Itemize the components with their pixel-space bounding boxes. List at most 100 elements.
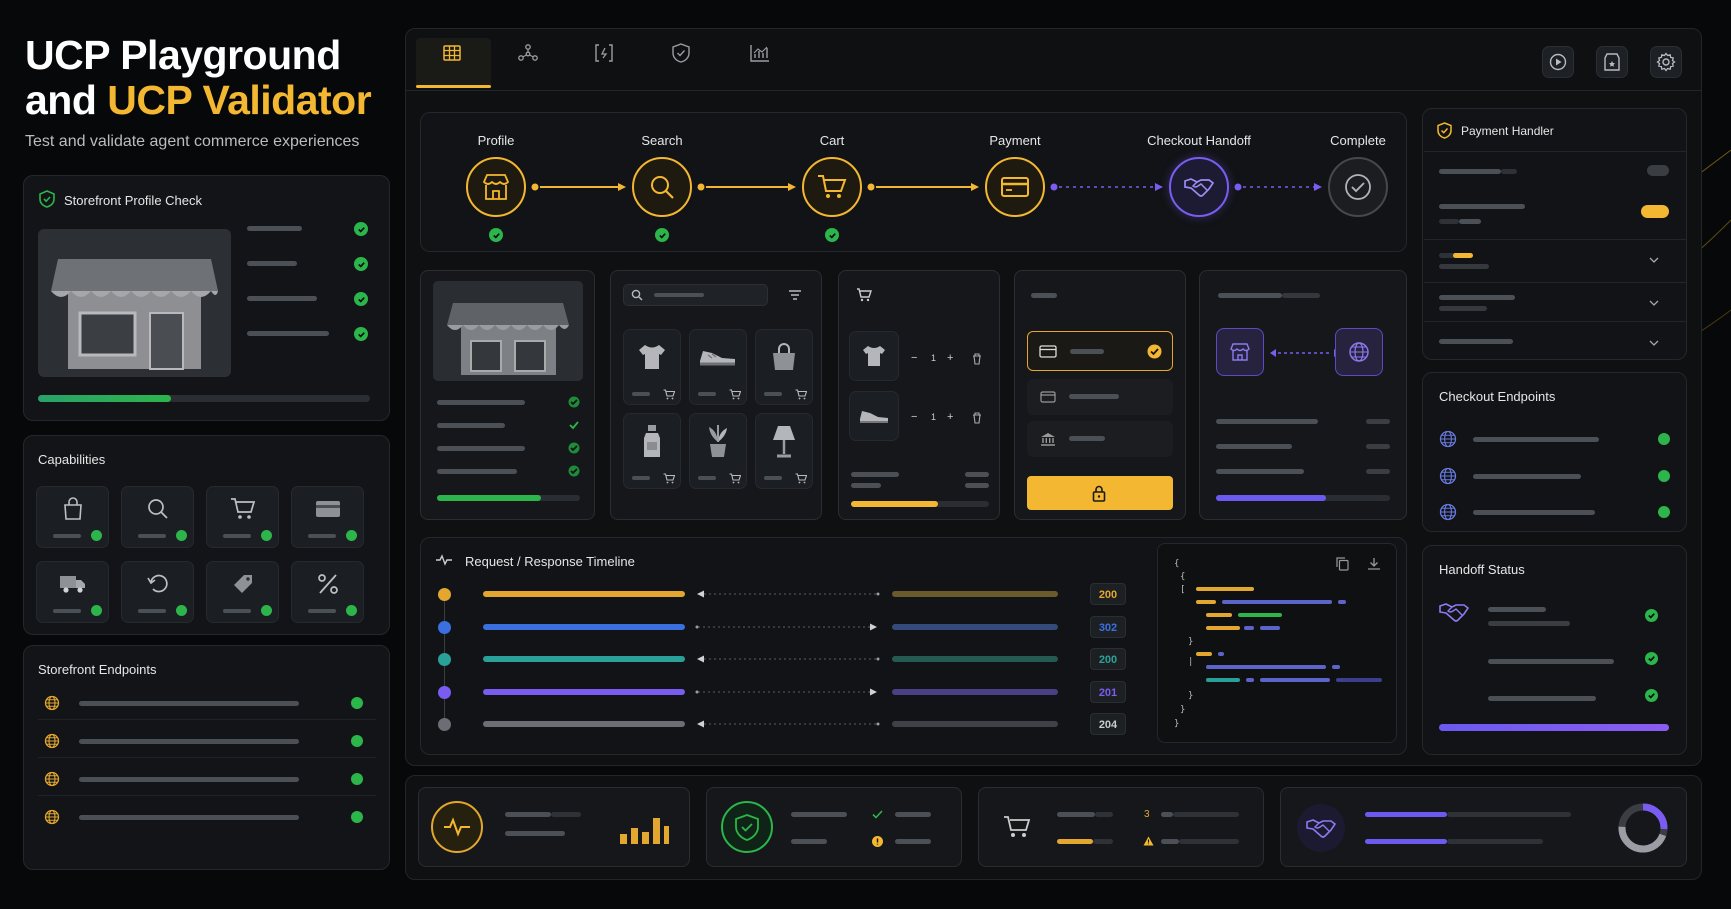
chevron-down-icon[interactable] [1647, 297, 1661, 309]
stat-handoff-card [1280, 787, 1687, 867]
endpoint-divider [38, 719, 376, 720]
tab-grid[interactable] [434, 38, 470, 68]
capability-label-line [138, 534, 166, 538]
cart-subtotal-line [851, 472, 899, 477]
tab-network[interactable] [510, 38, 546, 68]
flow-step-label: Payment [989, 133, 1041, 148]
payment-option-card[interactable] [1027, 331, 1173, 371]
toggle-on[interactable] [1641, 205, 1669, 218]
flow-connector [1050, 183, 1163, 191]
payment-option-wallet[interactable] [1027, 379, 1173, 415]
add-to-cart-icon[interactable] [728, 388, 742, 400]
pay-lock-button[interactable] [1027, 476, 1173, 510]
tab-chart[interactable] [742, 38, 778, 68]
tshirt-icon [624, 334, 680, 380]
capability-cart[interactable] [206, 486, 279, 548]
trash-icon[interactable] [971, 411, 983, 425]
flow-connector [867, 183, 979, 191]
product-card[interactable] [623, 413, 681, 489]
trash-icon[interactable] [971, 352, 983, 366]
filter-icon[interactable] [786, 287, 804, 303]
pulse-icon [434, 552, 454, 568]
product-card[interactable] [755, 329, 813, 405]
handoff-status-line [1488, 659, 1614, 664]
shield-icon [672, 43, 690, 63]
product-card[interactable] [755, 413, 813, 489]
cart-qty-stepper[interactable]: −1 + [911, 352, 961, 367]
shield-icon [1435, 120, 1453, 140]
handoff-title-line [1282, 293, 1320, 298]
bottle-icon [624, 418, 680, 464]
capability-card[interactable] [291, 486, 364, 548]
stat-line [1447, 839, 1543, 844]
check-circle-icon [1344, 173, 1372, 201]
stat-line [1057, 839, 1093, 844]
check-line-2 [247, 261, 297, 266]
svg-text:}: } [1174, 719, 1179, 729]
payment-option-bank[interactable] [1027, 421, 1173, 457]
status-code-badge: 204 [1090, 713, 1126, 735]
chevron-down-icon[interactable] [1647, 254, 1661, 266]
search-icon [122, 491, 193, 527]
flow-step-complete[interactable] [1328, 157, 1388, 217]
flow-connector [697, 183, 796, 191]
cart-qty-stepper[interactable]: −1 + [911, 411, 961, 426]
product-price-line [764, 392, 782, 396]
product-card[interactable] [623, 329, 681, 405]
chevron-down-icon[interactable] [1647, 337, 1661, 349]
tab-shield[interactable] [663, 38, 699, 68]
capability-tag[interactable] [206, 561, 279, 623]
play-button[interactable] [1542, 46, 1574, 78]
stat-line [895, 812, 931, 817]
check-icon [567, 464, 581, 478]
capability-search[interactable] [121, 486, 194, 548]
flow-step-cart[interactable] [802, 157, 862, 217]
capability-percent[interactable] [291, 561, 364, 623]
activity-ring [431, 801, 483, 853]
add-to-cart-icon[interactable] [794, 472, 808, 484]
handoff-status-progress-track [1439, 724, 1669, 731]
tab-code-bracket[interactable] [586, 38, 622, 68]
settings-button[interactable] [1650, 46, 1682, 78]
flow-step-checkout-handoff[interactable] [1169, 157, 1229, 217]
add-to-cart-icon[interactable] [794, 388, 808, 400]
add-to-cart-icon[interactable] [728, 472, 742, 484]
credit-card-icon [1038, 344, 1058, 358]
handler-divider [1424, 239, 1687, 240]
product-card[interactable] [689, 329, 747, 405]
add-to-cart-icon[interactable] [662, 388, 676, 400]
search-input[interactable] [623, 284, 768, 306]
storefront-endpoints-panel: Storefront Endpoints [23, 645, 390, 870]
add-to-cart-icon[interactable] [662, 472, 676, 484]
status-dot [91, 605, 102, 616]
storefront-button[interactable] [1596, 46, 1628, 78]
flow-step-profile[interactable] [466, 157, 526, 217]
handler-line [1453, 253, 1473, 258]
globe-icon [44, 733, 60, 749]
capability-truck[interactable] [36, 561, 109, 623]
endpoint-divider [38, 757, 376, 758]
product-price-line [632, 392, 650, 396]
check-line-3 [247, 296, 317, 301]
checkout-endpoints-panel: Checkout Endpoints [1422, 372, 1687, 532]
payment-handler-panel: Payment Handler [1422, 108, 1687, 360]
flow-step-search[interactable] [632, 157, 692, 217]
wallet-icon [1039, 390, 1057, 404]
toggle-off[interactable] [1647, 165, 1669, 176]
status-dot [91, 530, 102, 541]
capability-bag[interactable] [36, 486, 109, 548]
handler-divider [1424, 321, 1687, 322]
handoff-line [1216, 469, 1304, 474]
endpoint-status-dot [351, 697, 363, 709]
request-bar [483, 623, 685, 630]
product-card[interactable] [689, 413, 747, 489]
profile-line [437, 446, 525, 451]
handler-line [1501, 169, 1517, 174]
capability-returns[interactable] [121, 561, 194, 623]
page-title: UCP Playground and UCP Validator [25, 33, 372, 123]
donut-chart-icon [1618, 803, 1668, 853]
flow-step-payment[interactable] [985, 157, 1045, 217]
cart-icon [207, 491, 278, 527]
status-dot [261, 530, 272, 541]
endpoint-status-dot [351, 773, 363, 785]
